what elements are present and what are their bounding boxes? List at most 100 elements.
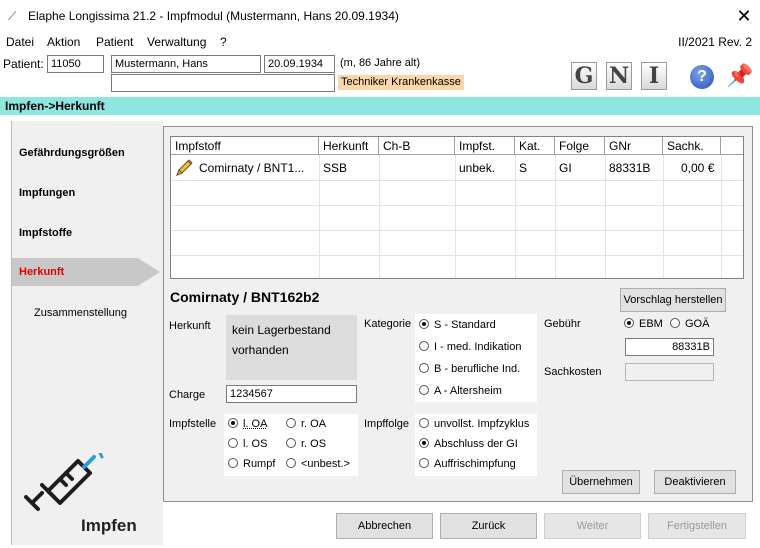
fertigstellen-button[interactable]: Fertigstellen <box>648 513 746 539</box>
radio-impffolge-abschluss[interactable]: Abschluss der GI <box>419 438 518 450</box>
menu-verwaltung[interactable]: Verwaltung <box>147 35 206 49</box>
zurueck-button[interactable]: Zurück <box>440 513 537 539</box>
table-header: Impfstoff Herkunft Ch-B Impfst. Kat. Fol… <box>171 137 743 155</box>
close-icon[interactable]: ✕ <box>734 5 754 27</box>
col-kat[interactable]: Kat. <box>515 137 555 155</box>
uebernehmen-button[interactable]: Übernehmen <box>562 470 640 494</box>
radio-dot <box>419 319 429 329</box>
kategorie-label: Kategorie <box>364 318 412 330</box>
radio-dot <box>286 458 296 468</box>
pencil-icon[interactable] <box>175 159 193 177</box>
radio-impffolge-unvollst[interactable]: unvollst. Impfzyklus <box>419 418 529 430</box>
radio-kategorie-b[interactable]: B - berufliche Ind. <box>419 363 520 375</box>
radio-dot <box>286 438 296 448</box>
impffolge-label: Impffolge <box>364 418 410 430</box>
cell-sachk: 0,00 € <box>681 161 715 175</box>
herkunft-line-2: vorhanden <box>232 343 289 357</box>
col-impfstoff[interactable]: Impfstoff <box>171 137 319 155</box>
gebuehr-input[interactable]: 88331B <box>625 338 714 356</box>
table-row[interactable] <box>171 206 743 231</box>
app-icon: ⟋ <box>8 9 17 23</box>
module-label: Impfen <box>81 516 137 535</box>
cell-impfstoff: Comirnaty / BNT1... <box>199 161 305 175</box>
cell-herkunft: SSB <box>323 161 348 175</box>
patient-info: (m, 86 Jahre alt) <box>340 57 421 69</box>
radio-dot <box>286 418 296 428</box>
radio-dot <box>419 341 429 351</box>
col-chb[interactable]: Ch-B <box>379 137 455 155</box>
herkunft-value: kein Lagerbestand vorhanden <box>226 315 357 380</box>
version-label: II/2021 Rev. 2 <box>678 35 752 49</box>
radio-dot <box>670 318 680 328</box>
col-sachk[interactable]: Sachk. <box>663 137 721 155</box>
table-row[interactable]: Comirnaty / BNT1... SSB unbek. S GI 8833… <box>171 156 743 181</box>
patient-name-field[interactable]: Mustermann, Hans <box>111 55 261 73</box>
kategorie-group: S - Standard I - med. Indikation B - ber… <box>415 314 537 402</box>
vaccine-title: Comirnaty / BNT162b2 <box>170 289 320 305</box>
patient-extra-field[interactable] <box>111 74 335 92</box>
nav-impfungen[interactable]: Impfungen <box>19 187 75 199</box>
radio-dot <box>419 458 429 468</box>
weiter-button[interactable]: Weiter <box>544 513 641 539</box>
menu-bar: Datei Aktion Patient Verwaltung ? II/202… <box>0 33 760 51</box>
radio-ebm[interactable]: EBM <box>624 318 663 330</box>
radio-impfstelle-rumpf[interactable]: Rumpf <box>228 458 275 470</box>
herkunft-line-1: kein Lagerbestand <box>232 323 331 337</box>
nav-zusammenstellung[interactable]: Zusammenstellung <box>34 307 127 319</box>
g-icon[interactable]: G <box>571 62 597 90</box>
radio-impfstelle-loa[interactable]: l. OA <box>228 418 267 430</box>
n-icon[interactable]: N <box>606 62 632 90</box>
col-impfst[interactable]: Impfst. <box>455 137 515 155</box>
radio-dot <box>228 438 238 448</box>
vorschlag-button[interactable]: Vorschlag herstellen <box>620 288 726 312</box>
sachkosten-input[interactable] <box>625 363 714 381</box>
col-herkunft[interactable]: Herkunft <box>319 137 379 155</box>
nav-impfstoffe[interactable]: Impfstoffe <box>19 227 72 239</box>
menu-datei[interactable]: Datei <box>6 35 34 49</box>
radio-dot <box>228 418 238 428</box>
radio-impfstelle-unbest[interactable]: <unbest.> <box>286 458 350 470</box>
radio-impfstelle-roa[interactable]: r. OA <box>286 418 326 430</box>
radio-dot <box>419 385 429 395</box>
radio-kategorie-s[interactable]: S - Standard <box>419 319 496 331</box>
sachkosten-label: Sachkosten <box>544 366 602 378</box>
radio-dot <box>419 438 429 448</box>
wizard-nav: Gefährdungsgrößen Impfungen Impfstoffe H… <box>11 121 163 545</box>
radio-dot <box>228 458 238 468</box>
cell-gnr: 88331B <box>609 161 651 175</box>
col-folge[interactable]: Folge <box>555 137 605 155</box>
menu-help[interactable]: ? <box>220 35 227 49</box>
abbrechen-button[interactable]: Abbrechen <box>336 513 433 539</box>
pin-icon[interactable]: 📌 <box>726 62 754 90</box>
radio-kategorie-a[interactable]: A - Altersheim <box>419 385 502 397</box>
help-icon[interactable]: ? <box>690 65 714 89</box>
charge-input[interactable]: 1234567 <box>226 385 357 403</box>
herkunft-label: Herkunft <box>169 320 211 332</box>
vaccine-table[interactable]: Impfstoff Herkunft Ch-B Impfst. Kat. Fol… <box>170 136 744 279</box>
menu-patient[interactable]: Patient <box>96 35 133 49</box>
radio-kategorie-i[interactable]: I - med. Indikation <box>419 341 521 353</box>
nav-herkunft[interactable]: Herkunft <box>12 258 160 286</box>
col-gnr[interactable]: GNr <box>605 137 663 155</box>
cell-impfst: unbek. <box>459 161 496 175</box>
radio-dot <box>419 363 429 373</box>
title-bar: ⟋ Elaphe Longissima 21.2 - Impfmodul (Mu… <box>0 0 760 32</box>
radio-impffolge-auffrisch[interactable]: Auffrischimpfung <box>419 458 516 470</box>
radio-impfstelle-ros[interactable]: r. OS <box>286 438 326 450</box>
radio-goae[interactable]: GOÄ <box>670 318 709 330</box>
radio-dot <box>624 318 634 328</box>
menu-aktion[interactable]: Aktion <box>47 35 80 49</box>
patient-dob-field[interactable]: 20.09.1934 <box>264 55 335 73</box>
i-icon[interactable]: I <box>641 62 667 90</box>
radio-impfstelle-los[interactable]: l. OS <box>228 438 267 450</box>
table-row[interactable] <box>171 231 743 256</box>
charge-label: Charge <box>169 389 206 401</box>
patient-id-field[interactable]: 11050 <box>47 55 104 73</box>
radio-dot <box>419 418 429 428</box>
nav-herkunft-label: Herkunft <box>19 266 65 278</box>
nav-gefaehrdungsgroessen[interactable]: Gefährdungsgrößen <box>19 147 125 159</box>
deaktivieren-button[interactable]: Deaktivieren <box>654 470 736 494</box>
table-row[interactable] <box>171 181 743 206</box>
cell-kat: S <box>519 161 528 175</box>
impfstelle-group: l. OA r. OA l. OS r. OS Rumpf <unbest.> <box>224 414 358 476</box>
